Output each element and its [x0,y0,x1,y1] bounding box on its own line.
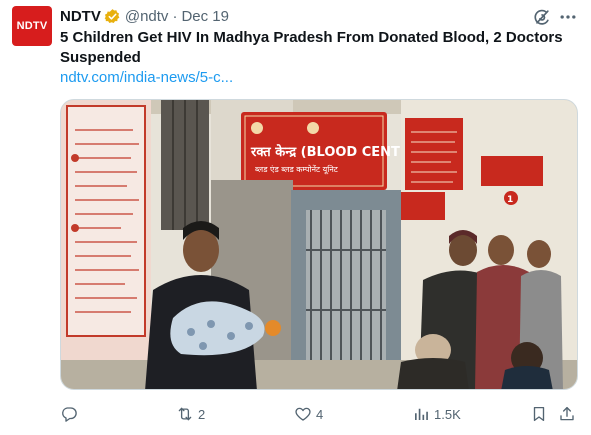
tweet-card[interactable]: NDTV NDTV @ndtv · Dec 19 5 Children Get … [0,0,591,435]
repost-count: 2 [198,406,206,422]
media-photo: रक्त केन्द्र (BLOOD CENTRE) ब्लड एंड ब्ल… [61,100,577,389]
repost-button[interactable]: 2 [176,402,205,426]
verified-badge-icon [104,8,121,25]
tweet-header: NDTV @ndtv · Dec 19 [60,6,229,26]
grok-icon[interactable] [532,7,552,27]
share-icon [560,406,574,421]
right-sign-number: 1 [507,195,513,205]
share-button[interactable] [558,402,576,426]
reply-button[interactable] [60,402,82,426]
heart-icon [295,407,311,421]
views-count: 1.5K [434,406,461,422]
like-count: 4 [316,406,324,422]
author-name[interactable]: NDTV [60,8,101,25]
avatar[interactable]: NDTV [12,6,52,46]
more-options-icon[interactable] [558,7,578,27]
bookmark-button[interactable] [530,402,548,426]
views-chart-icon [415,408,428,420]
tweet-date[interactable]: Dec 19 [181,8,229,25]
header-separator: · [172,7,178,25]
tweet-media-image[interactable]: रक्त केन्द्र (BLOOD CENTRE) ब्लड एंड ब्ल… [60,99,578,390]
bookmark-icon [533,406,545,422]
reply-icon [62,407,77,422]
blood-centre-sign-title: रक्त केन्द्र (BLOOD CENTRE) [250,144,425,160]
avatar-label: NDTV [16,20,48,32]
author-handle[interactable]: @ndtv [125,8,169,25]
blood-centre-sign-subtitle: ब्लड एंड ब्लड कम्पोनेंट यूनिट [255,164,339,175]
tweet-actions-bar: 2 4 1.5K [60,402,580,426]
tweet-text: 5 Children Get HIV In Madhya Pradesh Fro… [60,29,563,66]
views-button[interactable]: 1.5K [412,402,461,426]
repost-icon [178,407,192,421]
article-link[interactable]: ndtv.com/india-news/5-c... [60,68,233,88]
like-button[interactable]: 4 [294,402,323,426]
